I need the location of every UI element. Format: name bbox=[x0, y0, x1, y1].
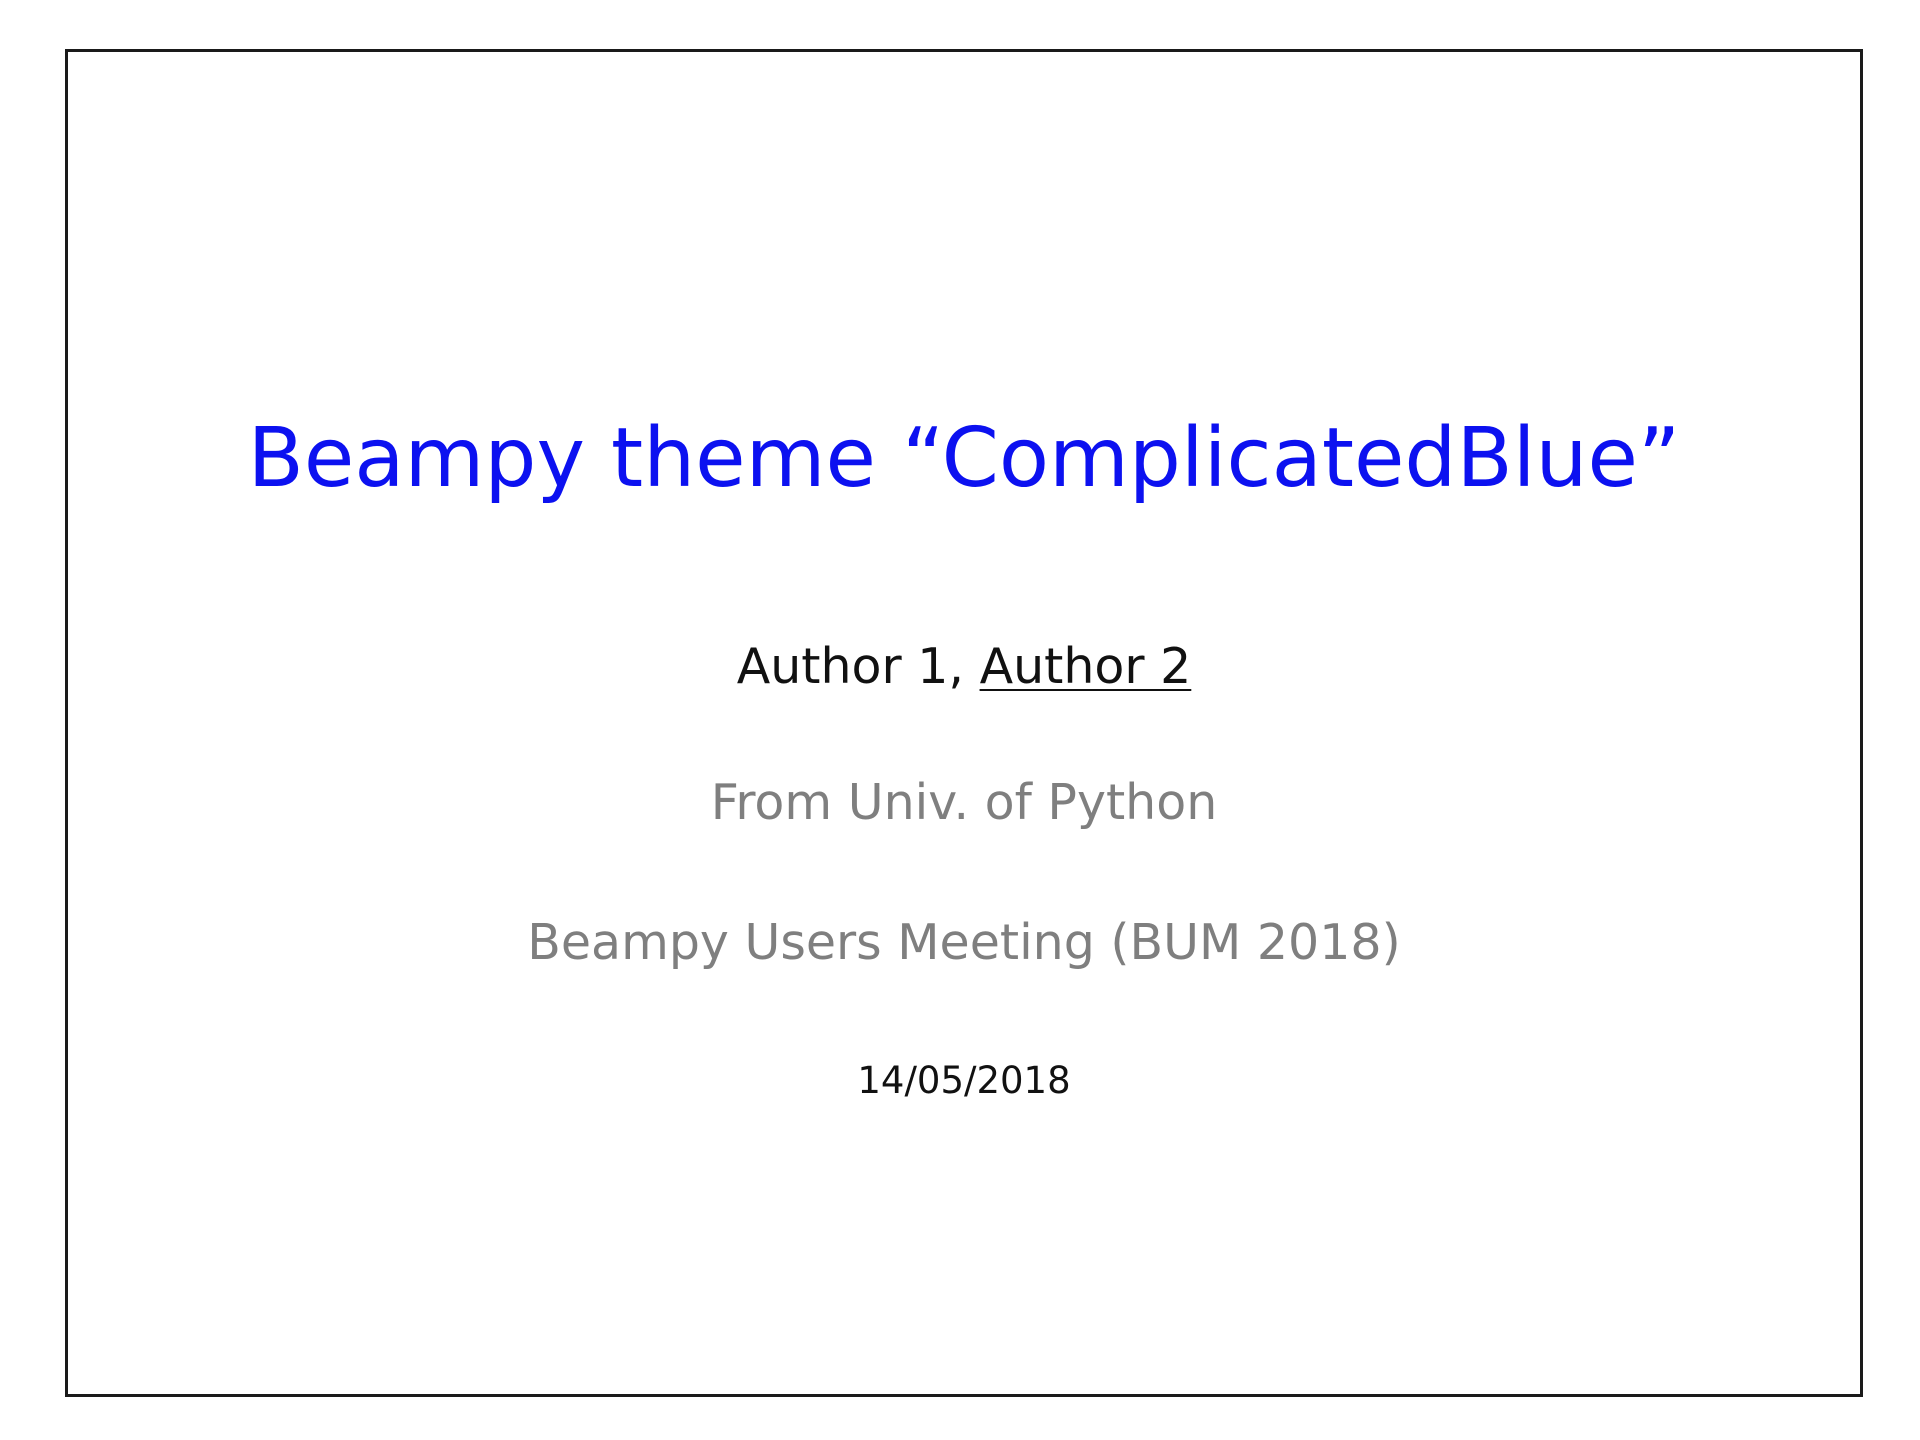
slide-title: Beampy theme “ComplicatedBlue” bbox=[247, 411, 1681, 506]
presentation-date: 14/05/2018 bbox=[857, 1059, 1071, 1102]
meeting-name: Beampy Users Meeting (BUM 2018) bbox=[527, 914, 1401, 971]
affiliation: From Univ. of Python bbox=[710, 774, 1218, 831]
author-1: Author 1, bbox=[736, 638, 964, 695]
author-2-presenting: Author 2 bbox=[979, 638, 1192, 695]
author-separator bbox=[964, 638, 980, 695]
slide-frame: Beampy theme “ComplicatedBlue” Author 1,… bbox=[65, 49, 1863, 1397]
author-list: Author 1, Author 2 bbox=[68, 642, 1860, 691]
